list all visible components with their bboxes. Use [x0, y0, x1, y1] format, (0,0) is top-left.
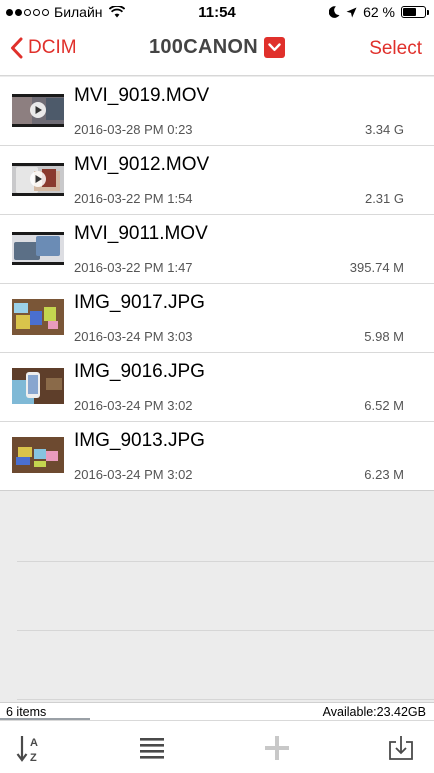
download-button[interactable]	[386, 733, 416, 763]
file-name: IMG_9013.JPG	[74, 430, 205, 451]
photo-thumbnail	[12, 360, 64, 412]
photo-thumbnail	[12, 429, 64, 481]
status-bar: Билайн 11:54 62 %	[0, 0, 434, 24]
file-size: 6.52 M	[364, 398, 404, 413]
storage-info-bar: 6 items Available:23.42GB	[0, 702, 434, 720]
items-count: 6 items	[6, 705, 47, 719]
file-row[interactable]: MVI_9019.MOV 2016-03-28 PM 0:23 3.34 G	[0, 77, 434, 146]
svg-text:Z: Z	[30, 752, 37, 763]
bottom-toolbar: A Z	[0, 720, 434, 773]
photo-thumbnail	[12, 291, 64, 343]
file-size: 3.34 G	[364, 122, 404, 137]
list-view-button[interactable]	[137, 733, 167, 763]
empty-list-area	[0, 492, 434, 702]
svg-text:A: A	[30, 737, 38, 749]
moon-icon	[329, 6, 340, 18]
file-name: IMG_9017.JPG	[74, 292, 205, 313]
select-button[interactable]: Select	[369, 38, 422, 60]
file-date: 2016-03-24 PM 3:02	[74, 398, 193, 413]
sort-button[interactable]: A Z	[15, 733, 45, 763]
file-date: 2016-03-24 PM 3:02	[74, 467, 193, 482]
file-date: 2016-03-28 PM 0:23	[74, 122, 193, 137]
available-space: Available:23.42GB	[322, 705, 426, 719]
battery-icon	[401, 6, 429, 18]
file-size: 5.98 M	[364, 329, 404, 344]
file-name: MVI_9012.MOV	[74, 154, 210, 175]
add-icon	[265, 736, 289, 760]
video-thumbnail	[12, 84, 64, 136]
battery-percent: 62 %	[363, 4, 395, 20]
app-screen: Билайн 11:54 62 % DCIM 100CANON Select M…	[0, 0, 434, 773]
file-size: 395.74 M	[349, 260, 404, 275]
divider	[17, 561, 434, 562]
battery-level-fill	[403, 8, 417, 16]
file-date: 2016-03-22 PM 1:47	[74, 260, 193, 275]
file-date: 2016-03-22 PM 1:54	[74, 191, 193, 206]
navigation-bar: DCIM 100CANON Select	[0, 24, 434, 76]
divider	[17, 699, 434, 700]
video-thumbnail	[12, 153, 64, 205]
divider	[17, 630, 434, 631]
file-row[interactable]: MVI_9012.MOV 2016-03-22 PM 1:54 2.31 G	[0, 146, 434, 215]
page-title: 100CANON	[148, 36, 259, 58]
download-icon	[389, 736, 413, 760]
location-arrow-icon	[346, 7, 357, 17]
file-name: MVI_9011.MOV	[74, 223, 208, 244]
file-name: MVI_9019.MOV	[74, 85, 210, 106]
status-right: 62 %	[329, 4, 429, 20]
file-list: MVI_9019.MOV 2016-03-28 PM 0:23 3.34 G M	[0, 77, 434, 491]
chevron-down-icon	[264, 37, 286, 58]
file-row[interactable]: MVI_9011.MOV 2016-03-22 PM 1:47 395.74 M	[0, 215, 434, 284]
file-row[interactable]: IMG_9016.JPG 2016-03-24 PM 3:02 6.52 M	[0, 353, 434, 422]
file-row[interactable]: IMG_9013.JPG 2016-03-24 PM 3:02 6.23 M	[0, 422, 434, 491]
file-date: 2016-03-24 PM 3:03	[74, 329, 193, 344]
list-view-icon	[140, 738, 164, 759]
file-row[interactable]: IMG_9017.JPG 2016-03-24 PM 3:03 5.98 M	[0, 284, 434, 353]
file-size: 2.31 G	[364, 191, 404, 206]
file-size: 6.23 M	[364, 467, 404, 482]
video-thumbnail	[12, 222, 64, 274]
file-name: IMG_9016.JPG	[74, 361, 205, 382]
add-button[interactable]	[262, 733, 292, 763]
sort-az-icon: A Z	[16, 736, 38, 763]
